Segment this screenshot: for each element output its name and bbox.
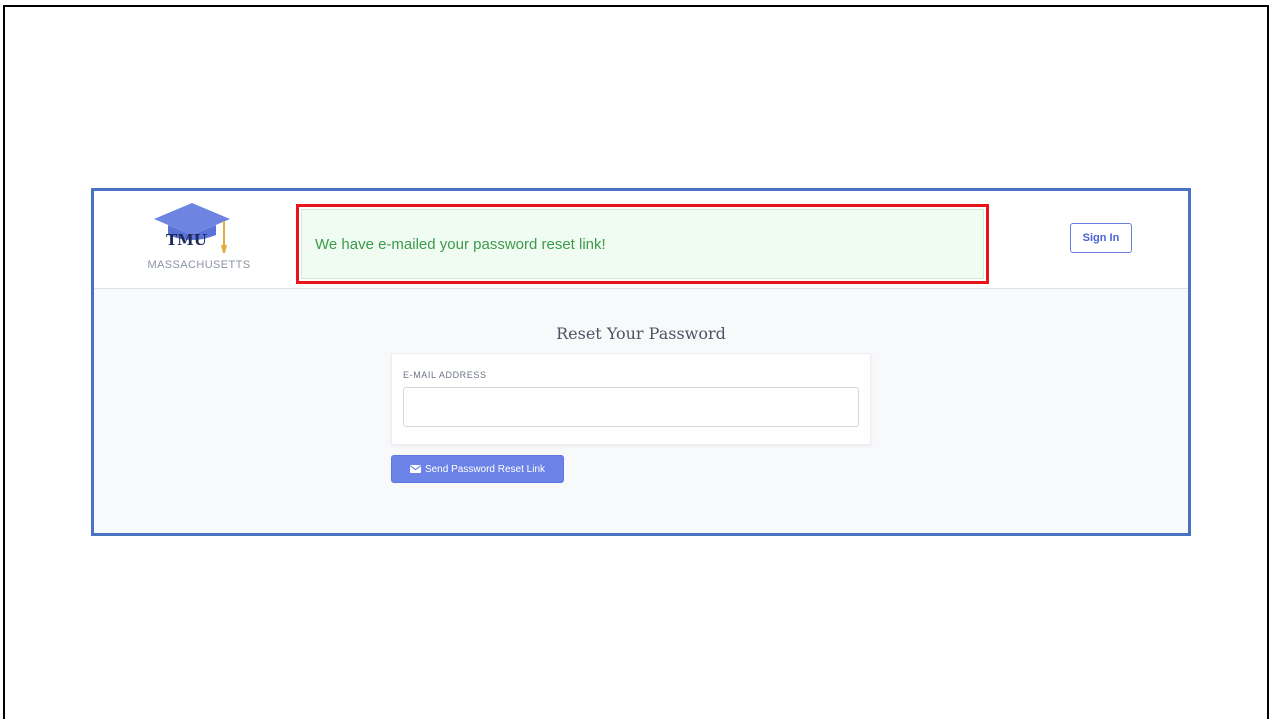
send-reset-link-label: Send Password Reset Link [424, 463, 546, 475]
sign-in-button[interactable]: Sign In [1070, 223, 1132, 253]
alert-message: We have e-mailed your password reset lin… [315, 236, 606, 253]
email-label: E-MAIL ADDRESS [403, 370, 487, 380]
app-window: TMU MASSACHUSETTS We have e-mailed your … [91, 188, 1191, 536]
page-title: Reset Your Password [556, 324, 726, 343]
success-alert: We have e-mailed your password reset lin… [301, 209, 984, 279]
alert-highlight-box: We have e-mailed your password reset lin… [296, 204, 989, 284]
logo-subtitle: MASSACHUSETTS [147, 259, 251, 271]
email-input[interactable] [403, 387, 859, 427]
logo-text: TMU [166, 231, 207, 249]
site-logo[interactable]: TMU MASSACHUSETTS [138, 201, 260, 281]
reset-form-card: E-MAIL ADDRESS [391, 353, 871, 445]
site-header: TMU MASSACHUSETTS We have e-mailed your … [94, 191, 1188, 289]
envelope-icon [409, 465, 421, 473]
send-reset-link-button[interactable]: Send Password Reset Link [391, 455, 564, 483]
